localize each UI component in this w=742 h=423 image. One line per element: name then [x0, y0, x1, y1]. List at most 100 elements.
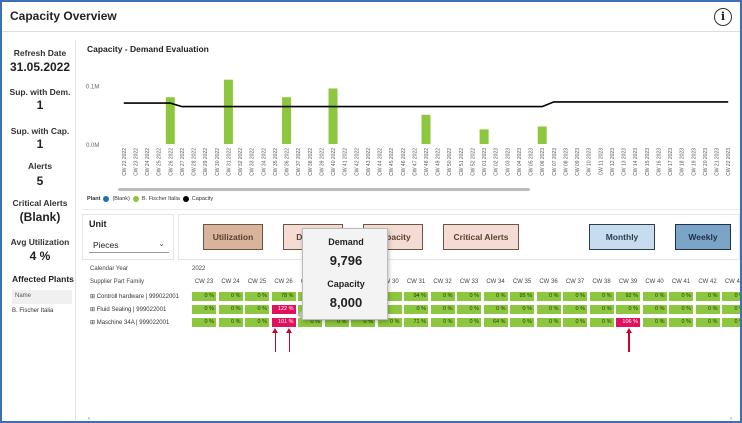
alert-arrow-head	[286, 328, 292, 333]
capacity-line[interactable]	[123, 101, 729, 108]
matrix-cell[interactable]: 122 %	[271, 305, 296, 314]
chart-legend: Plant (Blank) B. Fischer Italia Capacity	[87, 196, 213, 202]
x-tick-label: CW 51 2022	[459, 148, 465, 176]
affected-plant-item[interactable]: B. Fischer Italia	[12, 308, 53, 314]
x-tick-label: CW 12 2023	[610, 148, 616, 176]
tooltip-tail	[297, 310, 303, 320]
matrix-cell[interactable]: 0 %	[430, 305, 455, 314]
matrix-cell[interactable]: 0 %	[510, 318, 534, 327]
matrix-row-label[interactable]: ⊞ Controll hardware | 999022001	[90, 293, 179, 300]
matrix-cell[interactable]: 0 %	[245, 318, 269, 327]
matrix-cell[interactable]: 0 %	[192, 318, 216, 327]
matrix-cell[interactable]: 0 %	[563, 305, 587, 314]
matrix-cell[interactable]: 0 %	[563, 318, 587, 327]
matrix-cell[interactable]: 95 %	[510, 292, 534, 301]
matrix-cell[interactable]: 0 %	[404, 305, 428, 314]
kpi-value-avg-utilization: 4 %	[29, 249, 51, 263]
matrix-cell[interactable]: 0 %	[218, 292, 243, 301]
matrix-cell[interactable]: 101 %	[271, 318, 296, 327]
demand-bar[interactable]	[421, 114, 431, 144]
scroll-left-icon[interactable]: ‹	[88, 416, 90, 420]
ytick-label-zero: 0.0M	[86, 143, 99, 149]
matrix-cell[interactable]: 0 %	[457, 318, 481, 327]
matrix-cell[interactable]: 0 %	[483, 305, 508, 314]
matrix-cell[interactable]: 64 %	[483, 318, 508, 327]
legend-dot-fischer	[132, 196, 139, 202]
x-tick-label: CW 09 2023	[575, 148, 581, 176]
matrix-cell[interactable]: 0 %	[563, 292, 587, 301]
chart-scroll-thumb[interactable]	[118, 188, 530, 191]
matrix-cell[interactable]: 0 %	[430, 318, 455, 327]
matrix-cell[interactable]: 0 %	[245, 305, 269, 314]
chevron-down-icon: ⌄	[158, 239, 165, 248]
matrix-cell[interactable]: 0 %	[616, 305, 640, 314]
matrix-cell[interactable]: 0 %	[218, 305, 243, 314]
weekly-button[interactable]: Weekly	[675, 224, 731, 250]
matrix-cell[interactable]: 0 %	[722, 305, 740, 314]
week-header: CW 35	[512, 279, 532, 285]
matrix-row-label[interactable]: ⊞ Maschine 34A | 999022001	[90, 319, 169, 326]
x-tick-label: CW 42 2022	[354, 148, 360, 176]
matrix-cell[interactable]: 0 %	[245, 292, 269, 301]
x-tick-label: CW 20 2023	[703, 148, 709, 176]
matrix-cell[interactable]: 0 %	[218, 318, 243, 327]
matrix-cell[interactable]: 0 %	[642, 292, 667, 301]
unit-label: Unit	[89, 219, 107, 229]
matrix-cell[interactable]: 0 %	[722, 292, 740, 301]
matrix-cell[interactable]: 0 %	[430, 292, 455, 301]
matrix-cell[interactable]: 92 %	[616, 292, 640, 301]
matrix-cell[interactable]: 0 %	[457, 292, 481, 301]
demand-bar[interactable]	[537, 126, 547, 144]
matrix-cell[interactable]: 0 %	[695, 305, 720, 314]
x-tick-label: CW 44 2022	[378, 148, 384, 176]
matrix-cell[interactable]: 0 %	[669, 305, 693, 314]
matrix-cell[interactable]: 0 %	[695, 292, 720, 301]
matrix-cell[interactable]: 106 %	[616, 318, 640, 327]
chart-svg: 0.1M 0.0M CW 22 2022 CW 23 2022 CW 24 2022 CW…	[86, 79, 732, 191]
horizontal-scrollbar[interactable]: ‹ ›	[88, 414, 736, 420]
matrix-cell[interactable]: 0 %	[589, 318, 614, 327]
matrix-cell[interactable]: 0 %	[510, 305, 534, 314]
matrix-cell[interactable]: 94 %	[404, 292, 428, 301]
view-buttons: Utilization Demand Capacity Critical Ale…	[178, 214, 740, 260]
demand-bar[interactable]	[282, 97, 292, 144]
x-tick-label: CW 47 2022	[412, 148, 418, 176]
matrix-cell[interactable]: 71 %	[404, 318, 428, 327]
matrix-cell[interactable]: 0 %	[457, 305, 481, 314]
matrix-cell[interactable]: 0 %	[642, 318, 667, 327]
unit-dropdown[interactable]: Pieces ⌄	[89, 237, 169, 253]
x-tick-label: CW 26 2022	[168, 148, 174, 176]
demand-bar[interactable]	[479, 129, 489, 144]
monthly-button[interactable]: Monthly	[589, 224, 655, 250]
hover-tooltip: Demand 9,796 Capacity 8,000	[297, 228, 388, 320]
kpi-label-sup-cap: Sup. with Cap.	[10, 126, 70, 136]
matrix-row-label[interactable]: ⊞ Fluid Sealing | 999022001	[90, 306, 166, 313]
matrix-cell[interactable]: 0 %	[669, 292, 693, 301]
utilization-button[interactable]: Utilization	[203, 224, 263, 250]
legend-item-blank[interactable]: (Blank)	[112, 196, 129, 202]
demand-bar[interactable]	[328, 88, 338, 144]
x-tick-label: CW 04 2023	[517, 148, 523, 176]
matrix-cell[interactable]: 0 %	[589, 292, 614, 301]
matrix-cell[interactable]: 0 %	[642, 305, 667, 314]
info-icon[interactable]: i	[714, 8, 732, 26]
matrix-cell[interactable]: 0 %	[536, 292, 561, 301]
matrix-cell[interactable]: 0 %	[589, 305, 614, 314]
x-tick-label: CW 01 2023	[482, 148, 488, 176]
matrix-cell[interactable]: 0 %	[192, 292, 216, 301]
kpi-label-alerts: Alerts	[27, 161, 53, 171]
matrix-cell[interactable]: 0 %	[722, 318, 740, 327]
matrix-cell[interactable]: 78 %	[271, 292, 296, 301]
matrix-cell[interactable]: 0 %	[536, 318, 561, 327]
legend-item-capacity[interactable]: Capacity	[192, 196, 213, 202]
x-tick-label: CW 46 2022	[401, 148, 407, 176]
matrix-cell[interactable]: 0 %	[669, 318, 693, 327]
matrix-cell[interactable]: 0 %	[483, 292, 508, 301]
matrix-cell[interactable]: 0 %	[695, 318, 720, 327]
scroll-right-icon[interactable]: ›	[730, 416, 732, 420]
matrix-cell[interactable]: 0 %	[192, 305, 216, 314]
matrix-cell[interactable]: 0 %	[536, 305, 561, 314]
legend-item-fischer[interactable]: B. Fischer Italia	[142, 196, 180, 202]
critical-alerts-button[interactable]: Critical Alerts	[443, 224, 519, 250]
demand-bar[interactable]	[223, 79, 233, 144]
